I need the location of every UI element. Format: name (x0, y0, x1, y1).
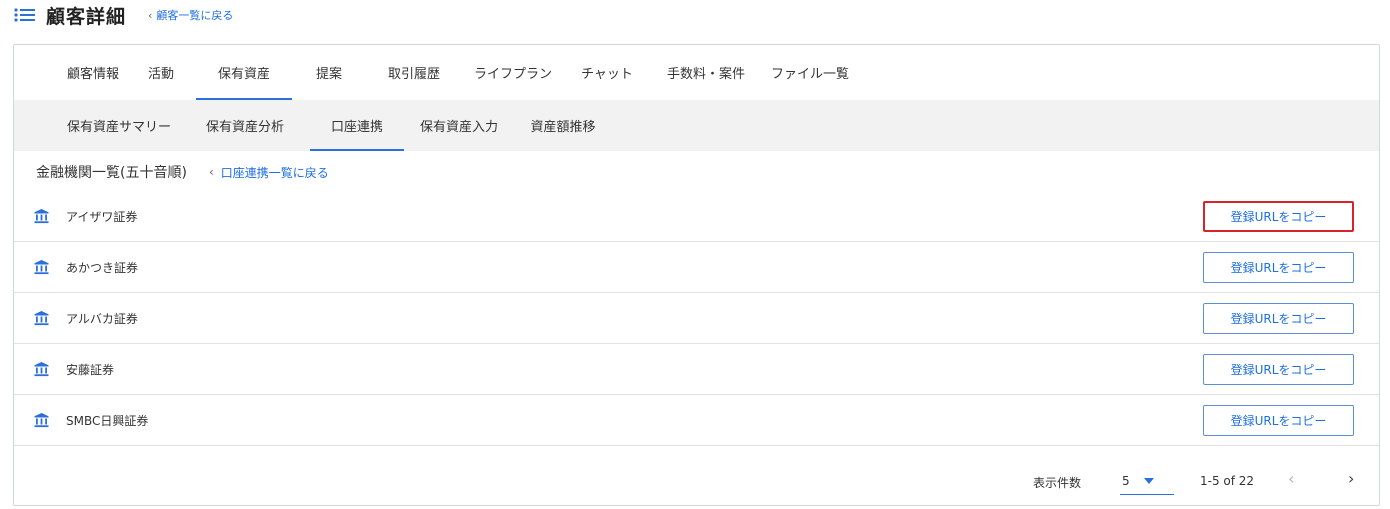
institution-list-title: 金融機関一覧(五十音順) (36, 165, 187, 181)
main-tabs: 顧客情報 活動 保有資産 提案 取引履歴 ライフプラン チャット 手数料・案件 … (14, 45, 1379, 100)
tab-chat[interactable]: チャット (572, 45, 642, 100)
per-page-select[interactable]: 5 (1120, 467, 1174, 495)
list-item: アルバカ証券 登録URLをコピー (14, 293, 1379, 344)
subtab-asset-trend[interactable]: 資産額推移 (518, 100, 608, 151)
tab-fees-deals[interactable]: 手数料・案件 (656, 45, 756, 100)
list-item: アイザワ証券 登録URLをコピー (14, 191, 1379, 242)
subtab-label: 保有資産サマリー (66, 120, 171, 135)
copy-registration-url-button[interactable]: 登録URLをコピー (1203, 251, 1354, 283)
tab-label: チャット (581, 67, 633, 82)
tab-file-list[interactable]: ファイル一覧 (760, 45, 860, 100)
page-range: 1-5 of 22 (1200, 474, 1255, 488)
tab-transaction-history[interactable]: 取引履歴 (374, 45, 454, 100)
page-header: 顧客詳細 ‹ 顧客一覧に戻る (14, 0, 233, 30)
subtab-label: 保有資産分析 (205, 120, 284, 135)
tab-label: 顧客情報 (66, 67, 119, 82)
institution-name: 安藤証券 (66, 362, 115, 377)
back-to-customer-list-link[interactable]: ‹ 顧客一覧に戻る (148, 7, 233, 23)
back-link-label: 顧客一覧に戻る (156, 9, 234, 22)
tab-label: 手数料・案件 (666, 67, 745, 82)
subtab-label: 資産額推移 (530, 120, 596, 135)
subtab-account-linkage[interactable]: 口座連携 (310, 100, 404, 151)
tab-label: ファイル一覧 (770, 67, 849, 82)
per-page-value: 5 (1122, 473, 1130, 488)
copy-registration-url-button[interactable]: 登録URLをコピー (1203, 200, 1354, 232)
chevron-left-icon: ‹ (148, 8, 153, 22)
bank-icon (34, 311, 49, 326)
copy-registration-url-button[interactable]: 登録URLをコピー (1203, 353, 1354, 385)
subtab-holdings-summary[interactable]: 保有資産サマリー (54, 100, 184, 151)
chevron-left-icon: ‹ (208, 165, 214, 179)
institution-name: あかつき証券 (66, 260, 139, 275)
institution-name: SMBC日興証券 (66, 413, 149, 428)
tab-customer-info[interactable]: 顧客情報 (54, 45, 132, 100)
institution-list: アイザワ証券 登録URLをコピー あかつき証券 登録URLをコピー アルバカ証券… (14, 191, 1379, 446)
next-page-button[interactable]: › (1348, 469, 1354, 488)
list-item: あかつき証券 登録URLをコピー (14, 242, 1379, 293)
tab-label: ライフプラン (473, 67, 552, 82)
back-to-linkage-list-link[interactable]: ‹ 口座連携一覧に戻る (209, 164, 329, 181)
list-item: SMBC日興証券 登録URLをコピー (14, 395, 1379, 446)
bank-icon (34, 260, 49, 275)
tab-label: 活動 (147, 67, 174, 82)
copy-registration-url-button[interactable]: 登録URLをコピー (1203, 302, 1354, 334)
tab-label: 提案 (315, 67, 342, 82)
institution-list-header: 金融機関一覧(五十音順) ‹ 口座連携一覧に戻る (36, 161, 329, 183)
bank-icon (34, 362, 49, 377)
customer-detail-card: 顧客情報 活動 保有資産 提案 取引履歴 ライフプラン チャット 手数料・案件 … (13, 44, 1380, 506)
list-back-label: 口座連携一覧に戻る (220, 165, 329, 180)
tab-activity[interactable]: 活動 (132, 45, 190, 100)
tab-label: 保有資産 (217, 67, 270, 82)
bank-icon (34, 413, 49, 428)
bank-icon (34, 209, 49, 224)
tab-holdings[interactable]: 保有資産 (196, 45, 292, 100)
page-title: 顧客詳細 (46, 5, 127, 28)
institution-name: アルバカ証券 (66, 311, 138, 326)
institution-name: アイザワ証券 (66, 209, 138, 224)
tab-proposal[interactable]: 提案 (300, 45, 358, 100)
subtab-label: 保有資産入力 (419, 120, 498, 135)
subtab-holdings-analysis[interactable]: 保有資産分析 (190, 100, 300, 151)
subtab-holdings-input[interactable]: 保有資産入力 (410, 100, 508, 151)
previous-page-button[interactable]: ‹ (1288, 469, 1294, 488)
tab-life-plan[interactable]: ライフプラン (462, 45, 564, 100)
caret-down-icon (1143, 477, 1154, 484)
list-item: 安藤証券 登録URLをコピー (14, 344, 1379, 395)
subtab-label: 口座連携 (330, 120, 383, 135)
pagination: 表示件数 5 1-5 of 22 ‹ › (14, 451, 1379, 507)
copy-registration-url-button[interactable]: 登録URLをコピー (1203, 404, 1354, 436)
per-page-label: 表示件数 (1033, 476, 1082, 490)
menu-list-icon[interactable] (14, 7, 36, 23)
tab-label: 取引履歴 (387, 67, 440, 82)
holdings-subtabs: 保有資産サマリー 保有資産分析 口座連携 保有資産入力 資産額推移 (14, 100, 1379, 151)
